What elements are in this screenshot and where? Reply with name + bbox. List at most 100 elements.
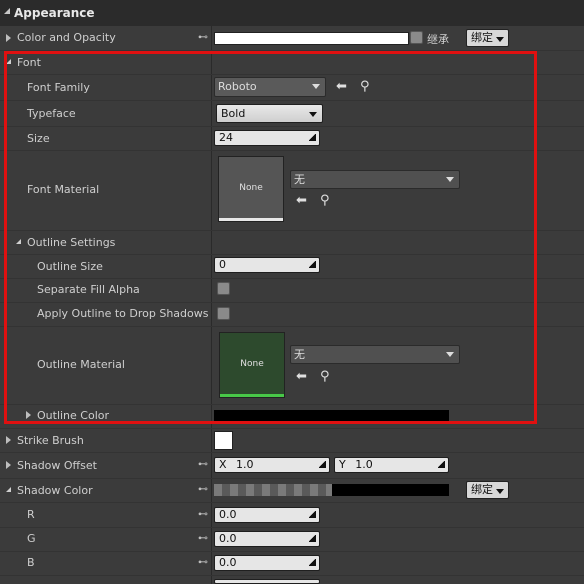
browse-search-icon[interactable]: ⚲ [360, 80, 370, 93]
row-outline-color: Outline Color [0, 404, 584, 429]
typeface-combo[interactable]: Bold [216, 104, 323, 123]
dropdown-arrow-icon [309, 112, 317, 117]
use-selected-arrow-icon[interactable]: ⬅ [296, 370, 307, 383]
drag-corner-icon [319, 461, 326, 468]
strike-brush-label: Strike Brush [17, 434, 84, 447]
use-selected-arrow-icon[interactable]: ⬅ [296, 194, 307, 207]
apply-outline-label: Apply Outline to Drop Shadows [37, 307, 209, 320]
shadow-offset-x-input[interactable]: X 1.0 [214, 457, 330, 473]
separate-fill-alpha-label: Separate Fill Alpha [37, 283, 140, 296]
y-value: 1.0 [355, 458, 373, 471]
expand-icon[interactable] [6, 461, 11, 469]
g-label: G [27, 532, 36, 545]
section-title: Appearance [14, 6, 95, 20]
r-value: 0.0 [219, 508, 237, 521]
use-selected-arrow-icon[interactable]: ⬅ [336, 80, 347, 93]
strike-brush-swatch[interactable] [214, 431, 233, 450]
separate-fill-alpha-checkbox[interactable] [217, 282, 230, 295]
collapse-icon[interactable] [6, 487, 11, 492]
g-value: 0.0 [219, 532, 237, 545]
row-font-material: Font Material None 无 ⬅ ⚲ [0, 150, 584, 231]
row-typeface: Typeface Bold [0, 100, 584, 127]
outline-settings-label: Outline Settings [27, 236, 116, 249]
inherit-checkbox[interactable] [410, 31, 423, 44]
row-a-partial [0, 575, 584, 584]
font-family-label: Font Family [27, 81, 90, 94]
g-input[interactable]: 0.0 [214, 531, 320, 547]
outline-material-label: Outline Material [37, 358, 125, 371]
browse-search-icon[interactable]: ⚲ [320, 194, 330, 207]
section-header[interactable]: Appearance [0, 0, 584, 26]
row-color-opacity: Color and Opacity ⊷ 继承 绑定 [0, 26, 584, 51]
inherit-label: 继承 [427, 33, 449, 46]
row-size: Size 24 [0, 126, 584, 151]
binding-icon[interactable]: ⊷ [198, 534, 208, 544]
outline-material-combo-value: 无 [294, 348, 305, 361]
row-outline-size: Outline Size 0 [0, 254, 584, 279]
font-material-combo[interactable]: 无 [290, 170, 460, 189]
binding-icon[interactable]: ⊷ [198, 33, 208, 43]
collapse-icon[interactable] [6, 59, 11, 64]
outline-material-thumbnail[interactable]: None [219, 332, 285, 398]
binding-icon[interactable]: ⊷ [198, 558, 208, 568]
collapse-icon[interactable] [16, 239, 21, 244]
row-font-family: Font Family Roboto ⬅ ⚲ [0, 74, 584, 101]
row-shadow-color: Shadow Color ⊷ 绑定 [0, 478, 584, 503]
drag-corner-icon [309, 261, 316, 268]
bind-button[interactable]: 绑定 [466, 481, 509, 499]
size-input[interactable]: 24 [214, 130, 320, 146]
font-material-label: Font Material [27, 183, 100, 196]
dropdown-arrow-icon [496, 37, 504, 42]
row-strike-brush: Strike Brush [0, 428, 584, 453]
drag-corner-icon [309, 559, 316, 566]
outline-material-combo[interactable]: 无 [290, 345, 460, 364]
dropdown-arrow-icon [312, 84, 320, 89]
shadow-color-label: Shadow Color [17, 484, 93, 497]
thumbnail-text: None [240, 359, 264, 369]
font-material-combo-value: 无 [294, 173, 305, 186]
size-value: 24 [219, 131, 233, 144]
thumbnail-bar [219, 218, 283, 221]
font-family-value: Roboto [218, 80, 257, 93]
shadow-color-alpha-swatch[interactable] [214, 484, 332, 496]
font-family-combo[interactable]: Roboto [214, 77, 326, 97]
shadow-offset-y-input[interactable]: Y 1.0 [334, 457, 449, 473]
size-label: Size [27, 132, 50, 145]
b-input[interactable]: 0.0 [214, 555, 320, 571]
binding-icon[interactable]: ⊷ [198, 460, 208, 470]
expand-icon[interactable] [6, 436, 11, 444]
typeface-label: Typeface [27, 107, 76, 120]
a-input-partial[interactable] [214, 579, 320, 584]
binding-icon[interactable]: ⊷ [198, 485, 208, 495]
drag-corner-icon [438, 461, 445, 468]
expand-icon[interactable] [26, 411, 31, 419]
r-input[interactable]: 0.0 [214, 507, 320, 523]
row-outline-settings: Outline Settings [0, 230, 584, 255]
expand-icon[interactable] [6, 34, 11, 42]
b-label: B [27, 556, 35, 569]
row-apply-outline: Apply Outline to Drop Shadows [0, 302, 584, 327]
row-g: G ⊷ 0.0 [0, 527, 584, 552]
r-label: R [27, 508, 35, 521]
color-swatch[interactable] [214, 32, 409, 45]
shadow-color-swatch[interactable] [332, 484, 449, 496]
browse-search-icon[interactable]: ⚲ [320, 370, 330, 383]
font-material-thumbnail[interactable]: None [218, 156, 284, 222]
outline-size-input[interactable]: 0 [214, 257, 320, 273]
row-shadow-offset: Shadow Offset ⊷ X 1.0 Y 1.0 [0, 452, 584, 479]
apply-outline-checkbox[interactable] [217, 307, 230, 320]
outline-size-value: 0 [219, 258, 226, 271]
bind-button-label: 绑定 [471, 483, 493, 496]
x-value: 1.0 [236, 458, 254, 471]
color-opacity-label: Color and Opacity [17, 31, 116, 44]
bind-button[interactable]: 绑定 [466, 29, 509, 47]
shadow-offset-label: Shadow Offset [17, 459, 97, 472]
drag-corner-icon [309, 511, 316, 518]
collapse-icon[interactable] [4, 8, 10, 14]
dropdown-arrow-icon [446, 352, 454, 357]
thumbnail-text: None [239, 183, 263, 193]
row-r: R ⊷ 0.0 [0, 502, 584, 528]
outline-color-swatch[interactable] [214, 410, 449, 422]
font-label: Font [17, 56, 41, 69]
binding-icon[interactable]: ⊷ [198, 510, 208, 520]
